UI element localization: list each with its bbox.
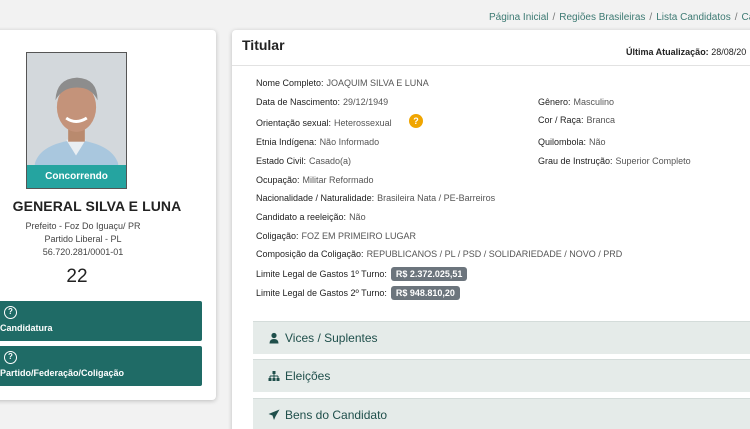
candidate-cnpj: 56.720.281/0001-01	[42, 247, 124, 257]
breadcrumb-separator: /	[734, 12, 738, 23]
field-label: Coligação:	[256, 231, 299, 241]
status-badge: Concorrendo	[27, 165, 126, 188]
field-label: Composição da Coligação:	[256, 249, 364, 259]
field-limite-gastos-1: Limite Legal de Gastos 1º Turno: R$ 2.372…	[256, 267, 468, 281]
question-circle-icon: ?	[4, 351, 17, 364]
breadcrumb-candidate-list[interactable]: Lista Candidatos	[656, 12, 731, 23]
field-label: Nome Completo:	[256, 78, 324, 88]
money-badge: R$ 948.810,20	[390, 286, 460, 300]
candidate-name: GENERAL SILVA E LUNA	[12, 198, 182, 214]
accordion-label: Eleições	[285, 369, 331, 383]
field-label: Gênero:	[538, 97, 571, 107]
candidate-number: 22	[66, 266, 88, 287]
field-value: JOAQUIM SILVA E LUNA	[326, 78, 429, 88]
field-nome-completo: Nome Completo: JOAQUIM SILVA E LUNA	[256, 78, 429, 88]
field-grau-instrucao: Grau de Instrução: Superior Completo	[538, 156, 691, 166]
candidatura-button[interactable]: ? Candidatura	[0, 301, 202, 341]
paper-plane-icon	[268, 409, 280, 420]
last-update-label: Última Atualização:	[626, 47, 709, 57]
sitemap-icon	[268, 371, 280, 381]
field-coligacao: Coligação: FOZ EM PRIMEIRO LUGAR	[256, 231, 416, 241]
breadcrumb-regions[interactable]: Regiões Brasileiras	[559, 12, 645, 23]
field-label: Quilombola:	[538, 137, 587, 147]
accordion-label: Bens do Candidato	[285, 408, 388, 422]
field-value: Brasileira Nata / PE-Barreiros	[377, 193, 496, 203]
field-ocupacao: Ocupação: Militar Reformado	[256, 175, 374, 185]
field-nacionalidade: Nacionalidade / Naturalidade: Brasileira …	[256, 193, 495, 203]
field-value: Branca	[586, 115, 616, 125]
field-label: Data de Nascimento:	[256, 97, 341, 107]
field-label: Limite Legal de Gastos 2º Turno:	[256, 288, 387, 298]
field-value: Casado(a)	[309, 156, 352, 166]
field-value: Superior Completo	[615, 156, 691, 166]
field-limite-gastos-2: Limite Legal de Gastos 2º Turno: R$ 948.8…	[256, 286, 460, 300]
candidate-photo: Concorrendo	[26, 52, 127, 189]
field-label: Limite Legal de Gastos 1º Turno:	[256, 269, 387, 279]
breadcrumb-separator: /	[552, 12, 556, 23]
field-cor-raca: Cor / Raça: Branca	[538, 115, 615, 125]
field-value: Masculino	[573, 97, 615, 107]
panel-divider	[232, 65, 750, 66]
money-badge: R$ 2.372.025,51	[390, 267, 468, 281]
field-quilombola: Quilombola: Não	[538, 137, 606, 147]
user-icon	[269, 332, 279, 344]
field-label: Estado Civil:	[256, 156, 307, 166]
last-update-value: 28/08/20	[711, 47, 747, 57]
field-composicao-coligacao: Composição da Coligação: REPUBLICANOS / P…	[256, 249, 622, 259]
candidate-card: Concorrendo GENERAL SILVA E LUNA Prefeit…	[0, 30, 216, 400]
breadcrumb-home[interactable]: Página Inicial	[489, 12, 548, 23]
field-value: Não Informado	[319, 137, 380, 147]
help-icon[interactable]: ?	[409, 114, 423, 128]
field-value: REPUBLICANOS / PL / PSD / SOLIDARIEDADE …	[366, 249, 623, 259]
panel-title: Titular	[242, 37, 285, 53]
breadcrumb: Página Inicial / Regiões Brasileiras / Lista…	[489, 12, 750, 23]
field-orientacao-sexual: Orientação sexual: Heterossexual	[256, 118, 392, 128]
candidate-party: Partido Liberal - PL	[44, 234, 122, 244]
field-label: Cor / Raça:	[538, 115, 584, 125]
accordion-eleicoes[interactable]: Eleições	[253, 359, 750, 392]
field-data-nascimento: Data de Nascimento: 29/12/1949	[256, 97, 388, 107]
field-value: Militar Reformado	[302, 175, 374, 185]
field-value: Não	[589, 137, 606, 147]
field-estado-civil: Estado Civil: Casado(a)	[256, 156, 351, 166]
field-value: Não	[349, 212, 366, 222]
details-panel: Titular Última Atualização: 28/08/20 Nom…	[232, 30, 750, 429]
field-value: 29/12/1949	[343, 97, 389, 107]
field-reeleicao: Candidato a reeleição: Não	[256, 212, 366, 222]
field-genero: Gênero: Masculino	[538, 97, 614, 107]
partido-coligacao-button-label: Partido/Federação/Coligação	[0, 368, 125, 378]
partido-coligacao-button[interactable]: ? Partido/Federação/Coligação	[0, 346, 202, 386]
field-label: Ocupação:	[256, 175, 300, 185]
field-value: FOZ EM PRIMEIRO LUGAR	[301, 231, 417, 241]
candidatura-button-label: Candidatura	[0, 323, 53, 333]
field-value: Heterossexual	[334, 118, 392, 128]
field-label: Grau de Instrução:	[538, 156, 613, 166]
field-label: Orientação sexual:	[256, 118, 332, 128]
field-label: Candidato a reeleição:	[256, 212, 347, 222]
field-label: Nacionalidade / Naturalidade:	[256, 193, 375, 203]
field-label: Etnia Indígena:	[256, 137, 317, 147]
breadcrumb-separator: /	[649, 12, 653, 23]
candidate-office: Prefeito - Foz Do Iguaçu/ PR	[25, 221, 141, 231]
last-update: Última Atualização: 28/08/20	[626, 47, 746, 57]
field-etnia-indigena: Etnia Indígena: Não Informado	[256, 137, 379, 147]
question-circle-icon: ?	[4, 306, 17, 319]
breadcrumb-current[interactable]: Ca	[741, 12, 750, 23]
accordion-vices-suplentes[interactable]: Vices / Suplentes	[253, 321, 750, 354]
accordion-label: Vices / Suplentes	[285, 331, 378, 345]
accordion-bens-candidato[interactable]: Bens do Candidato	[253, 398, 750, 429]
